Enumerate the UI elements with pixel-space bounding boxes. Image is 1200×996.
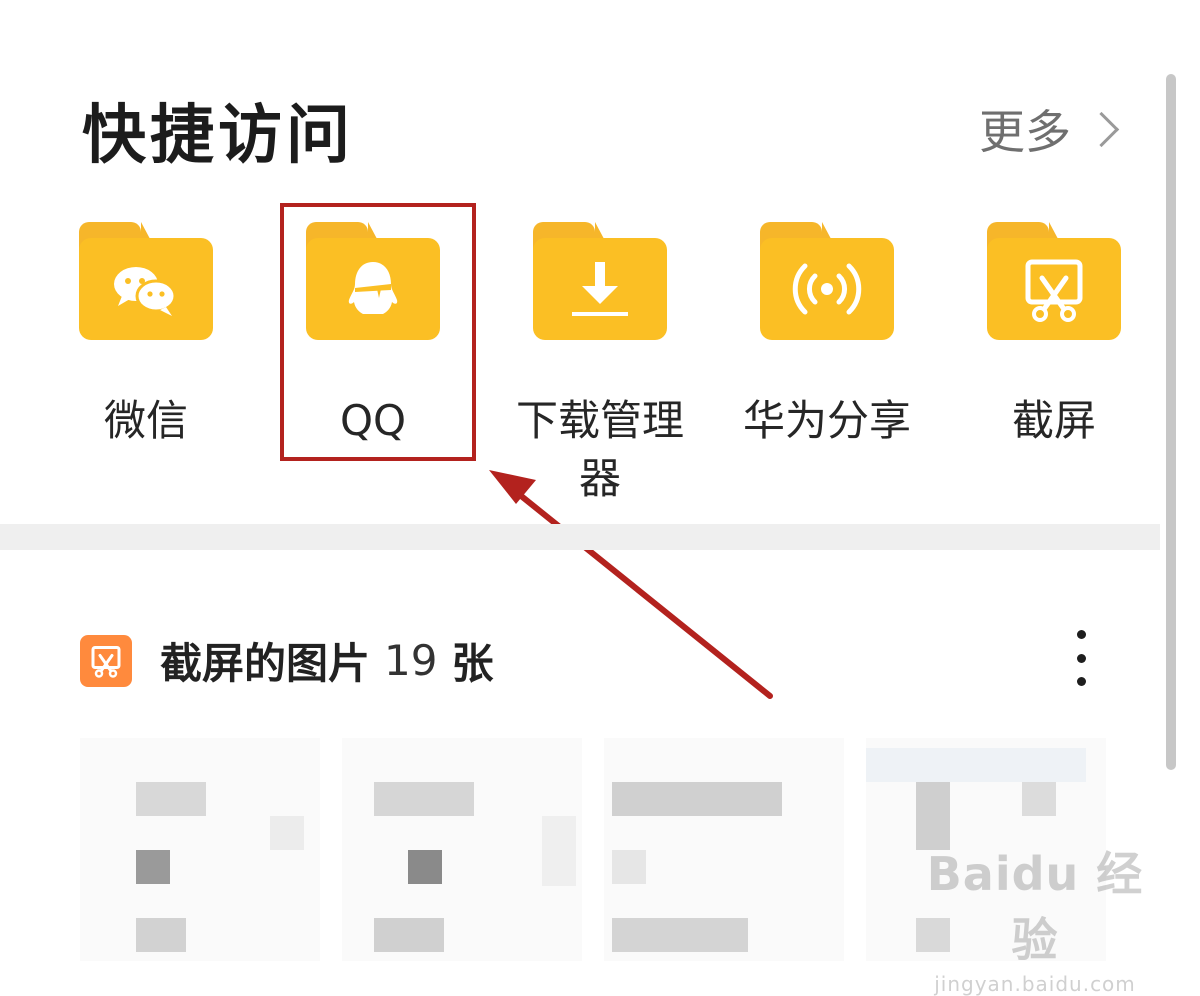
wechat-icon (114, 267, 177, 316)
album-count: 19 (384, 636, 438, 685)
album-unit: 张 (451, 639, 494, 688)
folder-icon (987, 222, 1121, 340)
quick-item-huawei-share[interactable]: 华为分享 (727, 222, 927, 450)
thumbnail[interactable] (604, 738, 844, 961)
section-divider (0, 524, 1160, 550)
more-label: 更多 (979, 105, 1071, 159)
huawei-share-icon (792, 263, 862, 315)
screenshot-album-icon (80, 634, 132, 687)
overflow-menu-button[interactable] (1064, 630, 1098, 686)
quick-item-label: 华为分享 (742, 396, 911, 445)
quick-item-download-manager[interactable]: 下载管理器 (500, 222, 700, 508)
album-header[interactable]: 截屏的图片 19 张 (80, 630, 493, 691)
more-vert-dot (1076, 630, 1086, 639)
watermark-url: jingyan.baidu.com (934, 972, 1136, 996)
highlight-box (280, 203, 476, 461)
more-vert-dot (1076, 677, 1086, 686)
quick-item-wechat[interactable]: 微信 (46, 222, 246, 450)
quick-item-label: 下载管理器 (515, 396, 684, 503)
quick-item-label: 截屏 (1011, 396, 1096, 445)
screenshot-icon (1025, 259, 1083, 322)
album-title: 截屏的图片 (160, 639, 371, 688)
quick-access-title: 快捷访问 (82, 99, 354, 173)
download-icon (572, 262, 628, 316)
chevron-right-icon (1083, 111, 1120, 147)
more-vert-dot (1076, 653, 1086, 663)
watermark-main: Baidu 经验 (926, 847, 1144, 967)
quick-item-label: 微信 (103, 396, 188, 445)
thumbnail[interactable] (342, 738, 582, 961)
thumbnail[interactable] (80, 738, 320, 961)
quick-item-screenshot[interactable]: 截屏 (954, 222, 1154, 450)
scrollbar[interactable] (1166, 74, 1176, 770)
baidu-watermark: Baidu 经验 jingyan.baidu.com (920, 838, 1150, 996)
folder-icon (760, 222, 894, 340)
folder-icon (533, 222, 667, 340)
more-button[interactable]: 更多 (979, 96, 1120, 162)
folder-icon (79, 222, 213, 340)
